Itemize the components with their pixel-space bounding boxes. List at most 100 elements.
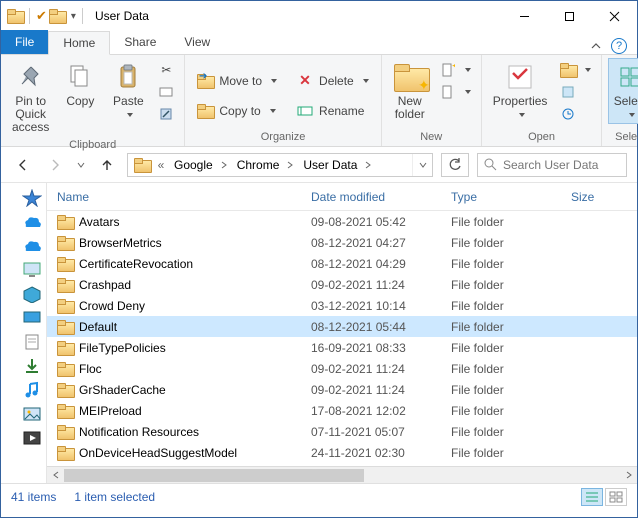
folder-icon: [197, 104, 213, 118]
col-header-size[interactable]: Size: [571, 190, 637, 204]
close-button[interactable]: [592, 1, 637, 31]
object-3d-icon[interactable]: [22, 285, 42, 303]
table-row[interactable]: BrowserMetrics08-12-2021 04:27File folde…: [47, 232, 637, 253]
ribbon-group-open: Properties Open: [482, 55, 603, 146]
col-header-date[interactable]: Date modified: [311, 190, 451, 204]
horizontal-scrollbar[interactable]: [47, 466, 637, 483]
new-item-button[interactable]: ✦: [436, 60, 475, 80]
quick-access-icon[interactable]: [22, 189, 42, 207]
tab-file[interactable]: File: [1, 30, 48, 54]
shortcut-icon: [158, 106, 174, 122]
ribbon-group-organize: ➔Move to Copy to ✕Delete Rename Organize: [185, 55, 381, 146]
pictures-icon[interactable]: [22, 405, 42, 423]
open-menu-button[interactable]: [556, 60, 595, 80]
paste-shortcut-button[interactable]: [154, 104, 178, 124]
maximize-button[interactable]: [547, 1, 592, 31]
refresh-button[interactable]: [441, 153, 469, 177]
chevron-right-icon[interactable]: [217, 154, 231, 176]
large-icons-view-button[interactable]: [605, 488, 627, 506]
file-date: 24-11-2021 02:30: [311, 446, 451, 460]
folder-icon: [57, 257, 73, 271]
minimize-button[interactable]: [502, 1, 547, 31]
scroll-right-icon[interactable]: [620, 467, 637, 484]
help-button[interactable]: ?: [611, 38, 627, 54]
copy-to-button[interactable]: Copy to: [193, 101, 281, 121]
recent-locations-button[interactable]: [75, 153, 87, 177]
table-row[interactable]: MEIPreload17-08-2021 12:02File folder: [47, 400, 637, 421]
tab-view[interactable]: View: [170, 30, 224, 54]
history-button[interactable]: [556, 104, 595, 124]
this-pc-icon[interactable]: [22, 261, 42, 279]
qa-overflow-icon[interactable]: ▾: [71, 11, 76, 22]
rename-icon: [297, 103, 313, 119]
properties-icon: [506, 63, 534, 91]
qa-folder-icon[interactable]: [49, 9, 65, 23]
desktop-icon[interactable]: [22, 309, 42, 327]
forward-button[interactable]: [43, 153, 67, 177]
folder-icon: [57, 425, 73, 439]
chevron-right-icon[interactable]: [283, 154, 297, 176]
tab-share[interactable]: Share: [110, 30, 170, 54]
file-date: 09-02-2021 11:24: [311, 383, 451, 397]
edit-button[interactable]: [556, 82, 595, 102]
chevron-right-icon[interactable]: «: [154, 154, 168, 176]
scrollbar-thumb[interactable]: [64, 469, 364, 482]
navigation-pane[interactable]: [1, 183, 47, 483]
file-date: 08-12-2021 04:29: [311, 257, 451, 271]
cut-button[interactable]: ✂: [154, 60, 178, 80]
table-row[interactable]: Crashpad09-02-2021 11:24File folder: [47, 274, 637, 295]
address-dropdown-button[interactable]: [412, 154, 432, 176]
breadcrumb-user-data[interactable]: User Data: [297, 154, 361, 176]
ribbon-label-organize: Organize: [191, 129, 374, 145]
table-row[interactable]: CertificateRevocation08-12-2021 04:29Fil…: [47, 253, 637, 274]
breadcrumb-chrome[interactable]: Chrome: [231, 154, 284, 176]
pin-to-quick-access-button[interactable]: Pin to Quick access: [7, 58, 54, 137]
videos-icon[interactable]: [22, 429, 42, 447]
tab-home[interactable]: Home: [48, 31, 110, 55]
search-input[interactable]: Search User Data: [477, 153, 627, 177]
move-to-button[interactable]: ➔Move to: [193, 71, 281, 91]
table-row[interactable]: Avatars09-08-2021 05:42File folder: [47, 211, 637, 232]
table-row[interactable]: Default08-12-2021 05:44File folder: [47, 316, 637, 337]
up-button[interactable]: [95, 153, 119, 177]
file-list[interactable]: Avatars09-08-2021 05:42File folderBrowse…: [47, 211, 637, 466]
file-type: File folder: [451, 299, 571, 313]
onedrive-icon[interactable]: [22, 213, 42, 231]
file-date: 08-12-2021 04:27: [311, 236, 451, 250]
back-button[interactable]: [11, 153, 35, 177]
file-type: File folder: [451, 278, 571, 292]
onedrive-icon[interactable]: [22, 237, 42, 255]
music-icon[interactable]: [22, 381, 42, 399]
ribbon-collapse-icon[interactable]: [591, 41, 601, 51]
copy-button[interactable]: Copy: [58, 58, 102, 111]
select-button[interactable]: Select: [608, 58, 638, 124]
col-header-type[interactable]: Type: [451, 190, 571, 204]
col-header-name[interactable]: Name: [57, 190, 311, 204]
chevron-right-icon[interactable]: [361, 154, 375, 176]
documents-icon[interactable]: [22, 333, 42, 351]
paste-button[interactable]: Paste: [106, 58, 150, 124]
copy-path-button[interactable]: [154, 82, 178, 102]
rename-button[interactable]: Rename: [293, 101, 373, 121]
table-row[interactable]: Floc09-02-2021 11:24File folder: [47, 358, 637, 379]
table-row[interactable]: Crowd Deny03-12-2021 10:14File folder: [47, 295, 637, 316]
column-headers[interactable]: Name Date modified Type Size: [47, 183, 637, 211]
easy-access-button[interactable]: [436, 82, 475, 102]
folder-icon: [57, 299, 73, 313]
address-bar[interactable]: « Google Chrome User Data: [127, 153, 433, 177]
new-folder-button[interactable]: ✦ New folder: [388, 58, 432, 124]
status-item-count: 41 items: [11, 490, 56, 504]
ribbon-group-new: ✦ New folder ✦ New: [382, 55, 482, 146]
file-type: File folder: [451, 425, 571, 439]
delete-button[interactable]: ✕Delete: [293, 71, 373, 91]
table-row[interactable]: Notification Resources07-11-2021 05:07Fi…: [47, 421, 637, 442]
downloads-icon[interactable]: [22, 357, 42, 375]
qa-check-icon[interactable]: ✔: [36, 8, 47, 24]
details-view-button[interactable]: [581, 488, 603, 506]
properties-button[interactable]: Properties: [488, 58, 553, 124]
scroll-left-icon[interactable]: [47, 467, 64, 484]
table-row[interactable]: OnDeviceHeadSuggestModel24-11-2021 02:30…: [47, 442, 637, 463]
table-row[interactable]: FileTypePolicies16-09-2021 08:33File fol…: [47, 337, 637, 358]
table-row[interactable]: GrShaderCache09-02-2021 11:24File folder: [47, 379, 637, 400]
breadcrumb-google[interactable]: Google: [168, 154, 217, 176]
